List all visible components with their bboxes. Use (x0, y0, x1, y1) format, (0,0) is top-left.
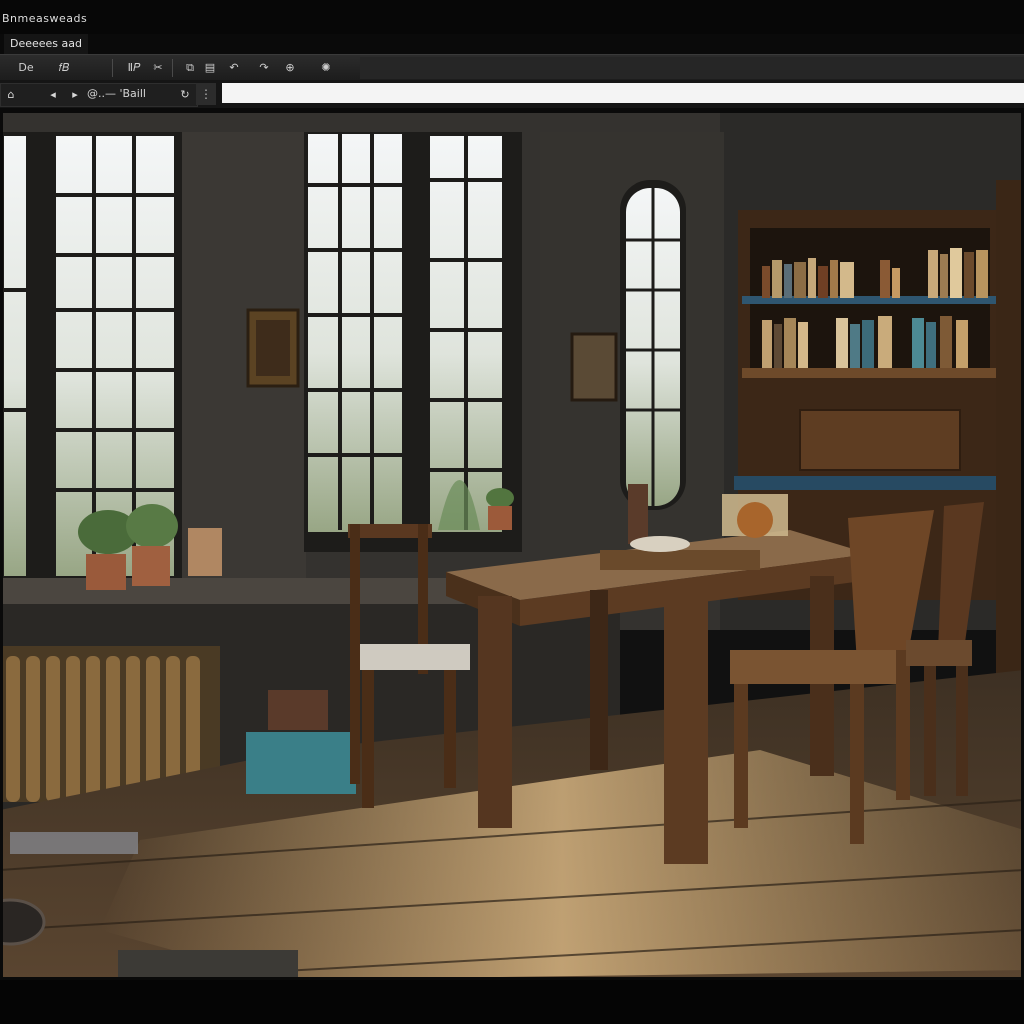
undo-icon[interactable]: ↶ (226, 60, 242, 76)
bold-icon[interactable]: Ⅱ𝑃 (126, 60, 142, 76)
app-title: Bnmeasweads (2, 12, 88, 25)
location-label: @..— 'Baill (87, 87, 146, 100)
refresh-icon[interactable]: ↻ (177, 87, 193, 103)
url-input[interactable] (222, 83, 1024, 103)
toolbar: De 𝑓𝐵 Ⅱ𝑃 ✂ ⧉ ▤ ↶ ↷ ⊕ ✺ (0, 54, 1024, 82)
redo-icon[interactable]: ↷ (256, 60, 272, 76)
forward-icon[interactable]: ▸ (67, 87, 83, 103)
study-room-image (0, 110, 1024, 980)
document-tab[interactable]: Deeeees aad (4, 34, 88, 54)
back-icon[interactable]: De (18, 60, 34, 76)
save-icon[interactable]: 𝑓𝐵 (56, 60, 72, 76)
back-icon[interactable]: ◂ (45, 87, 61, 103)
grip-icon[interactable]: ⋮ (196, 83, 216, 105)
teal-box (246, 732, 356, 794)
settings-icon[interactable]: ✺ (318, 60, 334, 76)
status-bar (0, 980, 1024, 1024)
address-bar: ⌂ ◂ ▸ @..— 'Baill ↻ ⋮ (0, 80, 1024, 108)
image-viewport[interactable] (0, 110, 1024, 980)
window-center (304, 132, 522, 552)
title-bar: Bnmeasweads Deeeees aad (0, 0, 1024, 54)
toolbar-separator (172, 59, 173, 77)
toolbar-empty-area (360, 57, 1024, 79)
small-picture (570, 332, 618, 402)
navigation-group: ⌂ ◂ ▸ @..— 'Baill ↻ (0, 83, 198, 107)
cut-icon[interactable]: ✂ (150, 60, 166, 76)
zoom-icon[interactable]: ⊕ (282, 60, 298, 76)
toolbar-separator (112, 59, 113, 77)
copy-icon[interactable]: ⧉ (182, 60, 198, 76)
home-icon[interactable]: ⌂ (3, 87, 19, 103)
paste-icon[interactable]: ▤ (202, 60, 218, 76)
